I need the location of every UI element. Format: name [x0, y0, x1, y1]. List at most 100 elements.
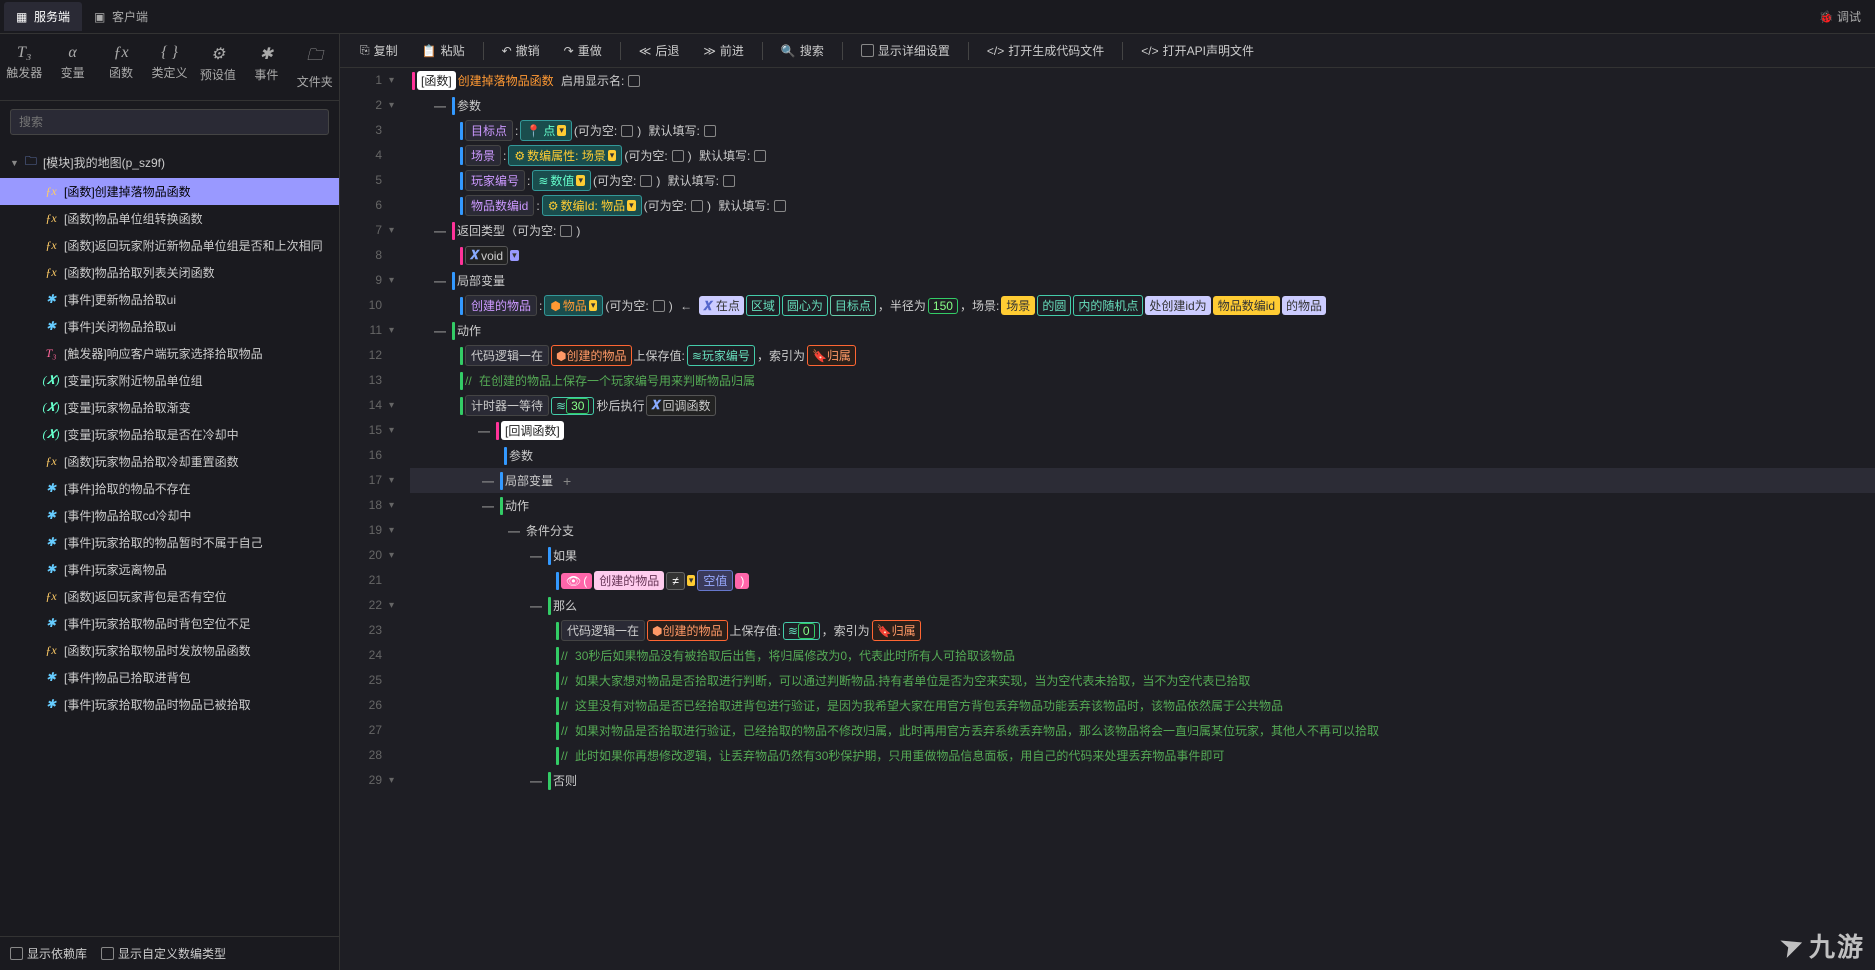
tab-client[interactable]: ▣客户端 — [82, 2, 160, 31]
line-number[interactable]: 24 — [340, 643, 382, 668]
line-number[interactable]: 18▾ — [340, 493, 382, 518]
undo-button[interactable]: ↶撤销 — [492, 38, 550, 63]
tree-item-10[interactable]: ƒx[函数]玩家物品拾取冷却重置函数 — [0, 448, 339, 475]
fold-icon[interactable]: ▾ — [389, 593, 394, 618]
line-number[interactable]: 19▾ — [340, 518, 382, 543]
fold-icon[interactable]: ▾ — [389, 418, 394, 443]
line-number[interactable]: 16 — [340, 443, 382, 468]
paste-button[interactable]: 📋粘贴 — [412, 38, 475, 63]
debug-button[interactable]: 🐞 调试 — [1809, 4, 1871, 29]
tree-item-12[interactable]: ✱[事件]物品拾取cd冷却中 — [0, 502, 339, 529]
line-number[interactable]: 5 — [340, 168, 382, 193]
line-number[interactable]: 4 — [340, 143, 382, 168]
tool-1[interactable]: α变量 — [48, 38, 96, 96]
detail-checkbox[interactable]: 显示详细设置 — [851, 38, 960, 63]
tree-item-8[interactable]: (𝑿)[变量]玩家物品拾取渐变 — [0, 394, 339, 421]
fold-icon[interactable]: ▾ — [389, 493, 394, 518]
fold-icon[interactable]: ▾ — [389, 468, 394, 493]
show-custom-checkbox[interactable]: 显示自定义数编类型 — [101, 945, 226, 962]
line-number[interactable]: 9▾ — [340, 268, 382, 293]
search-button[interactable]: 🔍搜索 — [771, 38, 834, 63]
back-button[interactable]: ≪后退 — [629, 38, 690, 63]
fold-icon[interactable]: ▾ — [389, 218, 394, 243]
fold-icon[interactable]: ▾ — [389, 318, 394, 343]
search-input[interactable] — [10, 109, 329, 135]
fold-icon[interactable]: ▾ — [389, 768, 394, 793]
return-void[interactable]: void — [481, 249, 503, 263]
forward-button[interactable]: ≫前进 — [693, 38, 754, 63]
tree-folder-root[interactable]: ▼ 🗀 [模块]我的地图(p_sz9f) — [0, 147, 339, 178]
tree-item-17[interactable]: ƒx[函数]玩家拾取物品时发放物品函数 — [0, 637, 339, 664]
line-number[interactable]: 6 — [340, 193, 382, 218]
section-localvar2[interactable]: 局部变量 — [505, 472, 553, 489]
condition-branch[interactable]: 条件分支 — [526, 522, 574, 539]
line-number[interactable]: 12 — [340, 343, 382, 368]
tree-item-6[interactable]: T₃[触发器]响应客户端玩家选择拾取物品 — [0, 340, 339, 367]
tree-item-1[interactable]: ƒx[函数]物品单位组转换函数 — [0, 205, 339, 232]
line-number[interactable]: 21 — [340, 568, 382, 593]
tree-item-3[interactable]: ƒx[函数]物品拾取列表关闭函数 — [0, 259, 339, 286]
section-return[interactable]: 返回类型（可为空: — [457, 222, 556, 239]
line-number[interactable]: 29▾ — [340, 768, 382, 793]
tree-item-18[interactable]: ✱[事件]物品已拾取进背包 — [0, 664, 339, 691]
tree-item-5[interactable]: ✱[事件]关闭物品拾取ui — [0, 313, 339, 340]
line-number[interactable]: 23 — [340, 618, 382, 643]
copy-button[interactable]: ⎘复制 — [350, 38, 408, 63]
redo-button[interactable]: ↷重做 — [554, 38, 612, 63]
fold-icon[interactable]: ▾ — [389, 543, 394, 568]
tool-0[interactable]: T₃触发器 — [0, 38, 48, 96]
section-action[interactable]: 动作 — [457, 322, 481, 339]
line-number[interactable]: 17▾ — [340, 468, 382, 493]
tree-item-14[interactable]: ✱[事件]玩家远离物品 — [0, 556, 339, 583]
tree-item-11[interactable]: ✱[事件]拾取的物品不存在 — [0, 475, 339, 502]
line-number[interactable]: 10 — [340, 293, 382, 318]
line-number[interactable]: 14▾ — [340, 393, 382, 418]
tool-5[interactable]: ✱事件 — [242, 38, 290, 96]
line-number[interactable]: 20▾ — [340, 543, 382, 568]
line-number[interactable]: 26 — [340, 693, 382, 718]
tool-6[interactable]: 🗀文件夹 — [291, 38, 339, 96]
line-number[interactable]: 8 — [340, 243, 382, 268]
tree-item-16[interactable]: ✱[事件]玩家拾取物品时背包空位不足 — [0, 610, 339, 637]
open-gen-button[interactable]: </>打开生成代码文件 — [977, 38, 1114, 63]
fold-icon[interactable]: ▾ — [389, 268, 394, 293]
default-checkbox[interactable] — [704, 125, 716, 137]
tree-item-2[interactable]: ƒx[函数]返回玩家附近新物品单位组是否和上次相同 — [0, 232, 339, 259]
fold-icon[interactable]: ▾ — [389, 393, 394, 418]
func-name[interactable]: 创建掉落物品函数 — [458, 72, 554, 89]
line-number[interactable]: 25 — [340, 668, 382, 693]
tool-2[interactable]: ƒx函数 — [97, 38, 145, 96]
line-number[interactable]: 15▾ — [340, 418, 382, 443]
line-number[interactable]: 7▾ — [340, 218, 382, 243]
line-number[interactable]: 2▾ — [340, 93, 382, 118]
tree-item-9[interactable]: (𝑿)[变量]玩家物品拾取是否在冷却中 — [0, 421, 339, 448]
fold-icon[interactable]: ▾ — [389, 518, 394, 543]
line-number[interactable]: 3 — [340, 118, 382, 143]
line-number[interactable]: 28 — [340, 743, 382, 768]
section-params[interactable]: 参数 — [457, 97, 481, 114]
var-created-item[interactable]: 创建的物品 — [471, 297, 531, 314]
line-number[interactable]: 1▾ — [340, 68, 382, 93]
line-number[interactable]: 11▾ — [340, 318, 382, 343]
param-itemid[interactable]: 物品数编id — [471, 197, 528, 214]
fold-icon[interactable]: ▾ — [389, 93, 394, 118]
line-number[interactable]: 22▾ — [340, 593, 382, 618]
param-player[interactable]: 玩家编号 — [471, 172, 519, 189]
tree-item-15[interactable]: ƒx[函数]返回玩家背包是否有空位 — [0, 583, 339, 610]
radius-value[interactable]: 150 — [928, 298, 958, 314]
nullable-checkbox[interactable] — [621, 125, 633, 137]
tree-item-19[interactable]: ✱[事件]玩家拾取物品时物品已被拾取 — [0, 691, 339, 718]
add-icon[interactable]: + — [563, 473, 571, 489]
fold-icon[interactable]: ▾ — [389, 68, 394, 93]
open-api-button[interactable]: </>打开API声明文件 — [1131, 38, 1264, 63]
collapse-icon[interactable]: — — [434, 99, 446, 113]
section-localvar[interactable]: 局部变量 — [457, 272, 505, 289]
show-deps-checkbox[interactable]: 显示依赖库 — [10, 945, 87, 962]
tree-item-0[interactable]: ƒx[函数]创建掉落物品函数 — [0, 178, 339, 205]
tool-4[interactable]: ⚙预设值 — [194, 38, 242, 96]
param-target[interactable]: 目标点 — [471, 122, 507, 139]
tab-server[interactable]: ▦服务端 — [4, 2, 82, 31]
line-number[interactable]: 27 — [340, 718, 382, 743]
tool-3[interactable]: { }类定义 — [145, 38, 193, 96]
line-number[interactable]: 13 — [340, 368, 382, 393]
